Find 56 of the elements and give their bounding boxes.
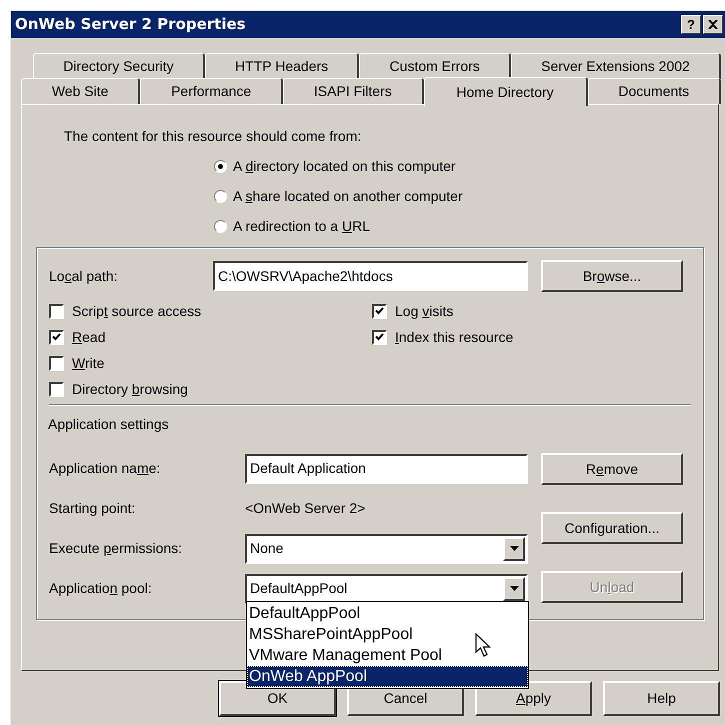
- checkbox-label: Log visits: [395, 302, 454, 321]
- tab[interactable]: Performance: [140, 78, 284, 104]
- checkbox-label: Write: [72, 354, 104, 372]
- down-triangle-icon: [510, 546, 518, 551]
- local-path-field[interactable]: C:\OWSRV\Apache2\htdocs: [213, 261, 528, 291]
- checkmark-icon: [375, 307, 384, 315]
- dropdown[interactable]: None: [245, 534, 528, 564]
- prompt-text: The content for this resource should come from:: [64, 127, 362, 145]
- dropdown-arrow-button[interactable]: [503, 536, 525, 560]
- input-field[interactable]: Default Application: [245, 454, 528, 484]
- checkbox-label: Script source access: [72, 302, 202, 321]
- radio-button[interactable]: [214, 190, 227, 202]
- side-button[interactable]: Remove: [541, 453, 683, 485]
- checkbox-label: Directory browsing: [72, 380, 188, 399]
- radio-label: A directory located on this computer: [233, 156, 456, 176]
- checkbox-label: Index this resource: [395, 328, 514, 346]
- down-triangle-icon: [510, 586, 518, 591]
- dialog-button[interactable]: Help: [603, 681, 720, 716]
- mouse-pointer-icon: [475, 633, 492, 658]
- dropdown-option[interactable]: VMware Management Pool: [247, 645, 528, 666]
- tab[interactable]: Documents: [588, 78, 721, 104]
- checkbox[interactable]: [49, 382, 64, 396]
- window-title: OnWeb Server 2 Properties: [15, 14, 246, 36]
- checkmark-icon: [52, 333, 61, 341]
- radio-label: A redirection to a URL: [233, 216, 370, 236]
- dropdown-option[interactable]: MSSharePointAppPool: [247, 624, 528, 645]
- section-heading: Application settings: [48, 415, 170, 433]
- tab[interactable]: Web Site: [21, 78, 140, 104]
- checkbox[interactable]: [49, 330, 64, 344]
- radio-button[interactable]: [214, 220, 227, 232]
- checkbox[interactable]: [49, 304, 64, 318]
- browse-button[interactable]: Browse...: [541, 260, 683, 292]
- radio-button[interactable]: [214, 160, 227, 172]
- radio-label: A share located on another computer: [233, 186, 463, 206]
- field-value: <OnWeb Server 2>: [245, 499, 366, 518]
- dropdown-option[interactable]: DefaultAppPool: [247, 603, 528, 624]
- close-icon: [708, 20, 718, 29]
- dropdown-arrow-button[interactable]: [503, 576, 525, 600]
- field-label: Local path:: [49, 266, 119, 286]
- checkbox[interactable]: [372, 304, 387, 318]
- side-button[interactable]: Configuration...: [541, 512, 683, 544]
- checkmark-icon: [375, 333, 384, 341]
- checkbox-label: Read: [72, 328, 106, 346]
- tab[interactable]: Home Directory: [424, 77, 588, 106]
- tab[interactable]: Directory Security: [33, 53, 205, 79]
- dropdown[interactable]: DefaultAppPool: [245, 574, 528, 604]
- field-label: Execute permissions:: [49, 539, 184, 558]
- close-button[interactable]: [703, 15, 723, 34]
- tab[interactable]: HTTP Headers: [204, 53, 360, 79]
- field-label: Application name:: [49, 459, 162, 478]
- field-label: Starting point:: [49, 499, 136, 518]
- help-button[interactable]: ?: [681, 15, 701, 34]
- dropdown-option[interactable]: OnWeb AppPool: [247, 666, 528, 687]
- field-label: Application pool:: [49, 579, 153, 598]
- checkbox[interactable]: [49, 356, 64, 370]
- checkbox[interactable]: [372, 330, 387, 344]
